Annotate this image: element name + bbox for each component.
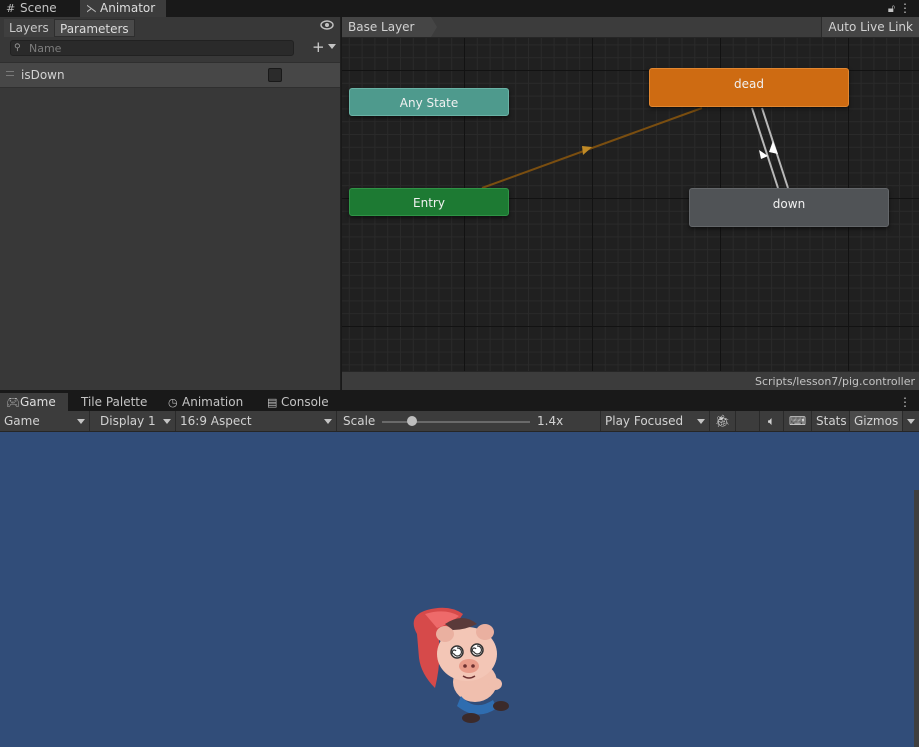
state-any-state[interactable]: Any State	[349, 88, 509, 116]
chevron-down-icon	[907, 419, 915, 424]
chevron-down-icon	[77, 419, 85, 424]
tab-tile-palette-label: Tile Palette	[81, 395, 148, 409]
tab-scene-label: Scene	[20, 1, 57, 15]
display-dropdown[interactable]: Display 1	[96, 411, 176, 431]
tab-parameters[interactable]: Parameters	[54, 19, 135, 37]
game-viewport[interactable]	[0, 432, 919, 747]
stats-button[interactable]: Stats	[812, 411, 850, 431]
gamepad-icon: 🎮︎	[6, 396, 20, 409]
eye-icon[interactable]	[320, 19, 336, 35]
tab-animator-label: Animator	[100, 1, 156, 15]
grid-icon: #	[6, 2, 16, 15]
animator-icon: ⋋	[86, 2, 97, 15]
pig-character	[413, 607, 509, 723]
more-menu-icon[interactable]: ⋮	[899, 0, 911, 17]
search-icon: ⚲	[14, 43, 21, 53]
tab-tile-palette[interactable]: Tile Palette	[75, 393, 155, 411]
tab-console-label: Console	[281, 395, 329, 409]
gizmos-dropdown[interactable]	[903, 411, 919, 431]
console-icon: ▤	[267, 396, 278, 409]
add-parameter-button[interactable]: +	[312, 39, 325, 55]
parameter-name[interactable]: isDown	[21, 63, 65, 87]
auto-live-link-button[interactable]: Auto Live Link	[821, 17, 919, 37]
game-mode-dropdown[interactable]: Game	[0, 411, 90, 431]
aspect-dropdown[interactable]: 16:9 Aspect	[176, 411, 337, 431]
tab-animation-label: Animation	[182, 395, 244, 409]
tab-console[interactable]: ▤ Console	[261, 393, 341, 411]
game-tabbar: 🎮︎Game Tile Palette ◷ Animation ▤ Console …	[0, 393, 919, 411]
tab-game[interactable]: 🎮︎Game	[0, 393, 68, 411]
more-menu-icon[interactable]: ⋮	[899, 393, 911, 411]
play-mode-dropdown[interactable]: Play Focused	[601, 411, 710, 431]
game-toolbar: Game Display 1 16:9 Aspect Scale 1.4x Pl…	[0, 411, 919, 432]
vertical-scrollbar[interactable]	[914, 490, 919, 747]
parameter-bool-checkbox[interactable]	[268, 68, 282, 82]
graph-header: Base Layer Auto Live Link	[342, 17, 919, 38]
animator-graph: Base Layer Auto Live Link Any State Entr…	[342, 17, 919, 390]
keyboard-icon[interactable]: ⌨	[784, 411, 812, 431]
play-mode-value: Play Focused	[605, 414, 684, 428]
state-down[interactable]: down	[689, 188, 889, 227]
scale-slider-track[interactable]	[382, 421, 530, 423]
transition-arrow-icon	[582, 146, 592, 155]
animator-tabbar: # Scene ⋋ Animator 🔓︎ ⋮	[0, 0, 919, 17]
bug-icon[interactable]: 🐞︎	[710, 411, 736, 431]
tab-animator[interactable]: ⋋ Animator	[80, 0, 166, 17]
drag-handle-icon[interactable]	[6, 71, 14, 76]
game-mode-value: Game	[4, 414, 40, 428]
clock-icon: ◷	[168, 396, 178, 409]
graph-footer: Scripts/lesson7/pig.controller	[342, 371, 919, 390]
scale-label: Scale	[343, 414, 376, 428]
scale-value: 1.4x	[537, 414, 564, 428]
empty-toggle[interactable]	[736, 411, 760, 431]
chevron-down-icon	[324, 419, 332, 424]
state-entry[interactable]: Entry	[349, 188, 509, 216]
gizmos-button[interactable]: Gizmos	[850, 411, 903, 431]
parameter-search-input[interactable]: ⚲ Name	[10, 40, 294, 56]
scale-slider-handle[interactable]	[406, 416, 417, 426]
tab-scene[interactable]: # Scene	[0, 0, 80, 17]
aspect-value: 16:9 Aspect	[180, 414, 252, 428]
display-value: Display 1	[100, 414, 156, 428]
transition-arrow-icon	[769, 141, 778, 154]
chevron-down-icon	[163, 419, 171, 424]
tab-animation[interactable]: ◷ Animation	[162, 393, 252, 411]
transition-entry-dead[interactable]	[481, 107, 703, 189]
state-dead[interactable]: dead	[649, 68, 849, 107]
controller-path: Scripts/lesson7/pig.controller	[754, 375, 915, 388]
lock-icon[interactable]: 🔓︎	[888, 0, 895, 17]
chevron-down-icon[interactable]	[328, 44, 336, 49]
graph-canvas[interactable]: Any State Entry dead down	[342, 38, 919, 371]
tab-layers[interactable]: Layers	[4, 19, 54, 37]
tab-game-label: Game	[20, 395, 56, 409]
breadcrumb[interactable]: Base Layer	[342, 17, 436, 37]
parameter-row[interactable]: isDown	[0, 62, 340, 88]
chevron-down-icon	[697, 419, 705, 424]
parameters-panel: Layers Parameters ⚲ Name + isDown	[0, 17, 341, 390]
speaker-icon[interactable]: 🔈︎	[760, 411, 784, 431]
search-placeholder: Name	[29, 42, 62, 55]
